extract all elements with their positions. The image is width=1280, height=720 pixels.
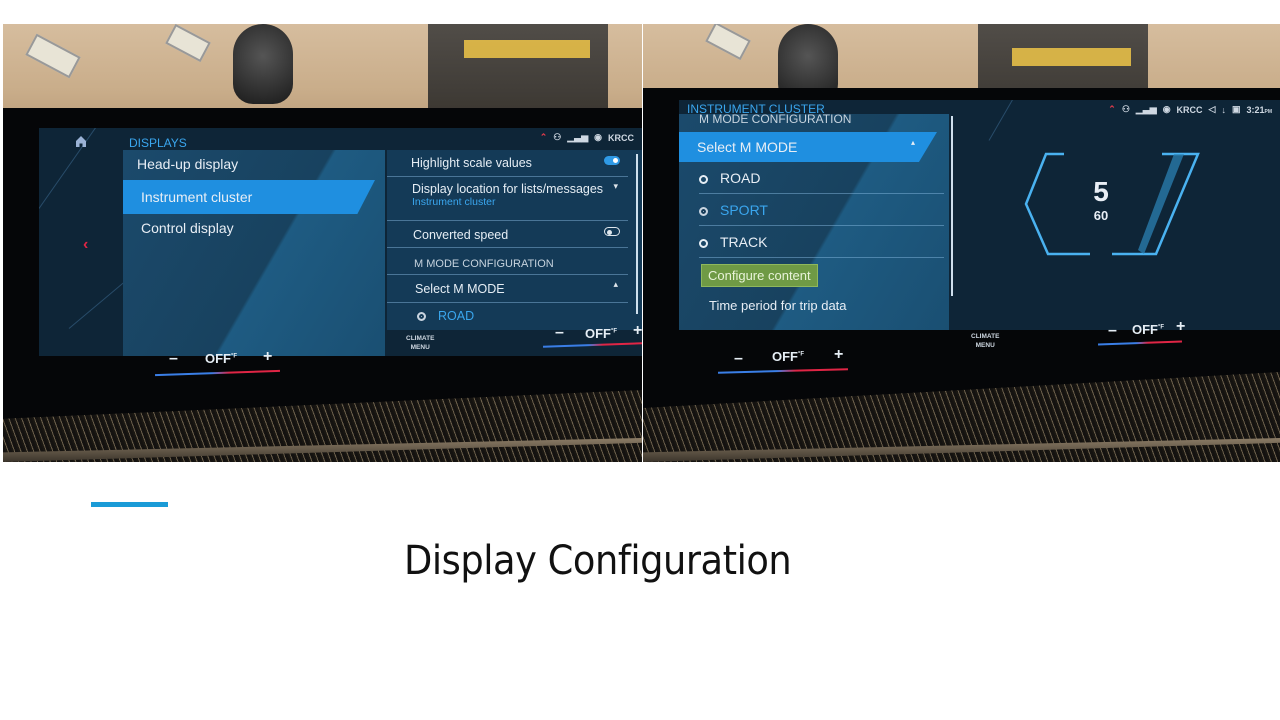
mic-icon: ↓: [1221, 104, 1226, 115]
radio-unselected-icon: [699, 238, 708, 248]
temp-down-button[interactable]: –: [555, 324, 564, 342]
phone-icon: ▣: [1231, 104, 1241, 114]
slide: DISPLAYS ⌃ ⚇ ▁▃▅ ◉ KRCC ‹ Head-up displa…: [0, 0, 1280, 720]
setting-label: Converted speed: [413, 228, 509, 242]
toggle-switch[interactable]: [604, 227, 620, 236]
displays-list: Head-up display Instrument cluster Contr…: [123, 150, 385, 356]
station-label: KRCC: [608, 132, 634, 143]
climate-menu-button[interactable]: CLIMATE MENU: [971, 332, 999, 350]
temp-bar: [1097, 340, 1183, 346]
connected-icon: ⚇: [553, 132, 562, 142]
setting-value: Instrument cluster: [412, 196, 496, 208]
setting-label: Display location for lists/messages: [412, 182, 604, 196]
option-label: TRACK: [720, 234, 768, 250]
radio-icon: ◉: [594, 132, 602, 142]
connected-icon: ⚇: [1121, 104, 1130, 114]
setting-label: Select M MODE: [697, 139, 798, 155]
back-arrow-icon[interactable]: ‹: [83, 236, 88, 254]
right-photo: INSTRUMENT CLUSTER ⌃ ⚇ ▁▃▅ ◉ KRCC ◁ ↓ ▣ …: [643, 24, 1280, 462]
temp-value: OFF°F: [585, 326, 618, 341]
temp-down-button[interactable]: –: [169, 350, 178, 368]
list-item-head-up-display[interactable]: Head-up display: [137, 156, 238, 172]
temp-down-button[interactable]: –: [1108, 322, 1117, 340]
speed-readout: 60: [1093, 208, 1109, 223]
radio-selected-icon: [699, 206, 708, 216]
dropdown-caret-icon: ▾: [613, 181, 618, 191]
m-mode-header: M MODE CONFIGURATION: [387, 248, 628, 275]
scrollbar[interactable]: [951, 116, 953, 296]
station-label: KRCC: [1176, 104, 1203, 115]
clock: 3:21PM: [1246, 104, 1272, 115]
slide-title: Display Configuration: [404, 538, 792, 584]
temp-value: OFF°F: [1132, 322, 1165, 337]
volume-icon: ◁: [1208, 104, 1216, 114]
left-photo: DISPLAYS ⌃ ⚇ ▁▃▅ ◉ KRCC ‹ Head-up displa…: [3, 24, 642, 462]
setting-highlight-scale-values[interactable]: Highlight scale values: [387, 150, 628, 177]
temp-up-button[interactable]: +: [834, 346, 843, 364]
climate-menu-button[interactable]: CLIMATE MENU: [406, 334, 434, 352]
dashboard: INSTRUMENT CLUSTER ⌃ ⚇ ▁▃▅ ◉ KRCC ◁ ↓ ▣ …: [643, 88, 1280, 462]
gear-indicator: 5: [1093, 176, 1109, 207]
temp-bar: [542, 342, 642, 348]
option-road[interactable]: ROAD: [699, 166, 944, 194]
warning-icon: ⌃: [1108, 104, 1116, 114]
option-label: SPORT: [720, 202, 768, 218]
radio-selected-icon: [417, 312, 426, 322]
toggle-switch[interactable]: [604, 156, 620, 165]
list-item-control-display[interactable]: Control display: [141, 220, 234, 236]
temp-bar: [155, 369, 280, 377]
section-header: M MODE CONFIGURATION: [414, 258, 554, 270]
select-m-mode[interactable]: Select M MODE ▴: [387, 275, 628, 303]
status-bar: ⌃ ⚇ ▁▃▅ ◉ KRCC ◁ ↓ ▣ 3:21PM: [1108, 104, 1272, 115]
radio-icon: ◉: [1162, 104, 1171, 114]
climate-control-right: – OFF°F +: [1097, 318, 1188, 350]
accent-bar: [91, 502, 168, 507]
signal-icon: ▁▃▅: [1135, 104, 1157, 114]
temp-down-button[interactable]: –: [734, 350, 743, 368]
climate-control-left: – OFF°F +: [717, 346, 849, 376]
select-m-mode[interactable]: Select M MODE ▴: [679, 132, 937, 162]
temp-up-button[interactable]: +: [1176, 318, 1185, 336]
m-mode-list: M MODE CONFIGURATION Select M MODE ▴ ROA…: [679, 112, 953, 330]
list-item-trip-data-period[interactable]: Time period for trip data: [709, 298, 847, 313]
collapse-caret-icon: ▴: [613, 279, 618, 289]
temp-bar: [717, 368, 849, 374]
dashboard: DISPLAYS ⌃ ⚇ ▁▃▅ ◉ KRCC ‹ Head-up displa…: [3, 108, 642, 462]
temp-up-button[interactable]: +: [633, 322, 642, 340]
temp-up-button[interactable]: +: [263, 348, 272, 366]
setting-label: Select M MODE: [415, 282, 505, 296]
setting-label: Highlight scale values: [411, 156, 532, 170]
climate-control-right: – OFF°F +: [542, 322, 642, 354]
climate-control-left: – OFF°F +: [153, 348, 283, 378]
settings-panel: Highlight scale values Display location …: [387, 150, 642, 330]
temp-value: OFF°F: [772, 349, 805, 364]
home-icon[interactable]: [74, 134, 88, 148]
option-label: ROAD: [438, 309, 475, 323]
setting-display-location[interactable]: Display location for lists/messages ▾ In…: [387, 177, 628, 221]
option-label: ROAD: [720, 170, 761, 186]
scrollbar[interactable]: [636, 154, 638, 314]
setting-converted-speed[interactable]: Converted speed: [387, 221, 628, 248]
list-item-instrument-cluster[interactable]: Instrument cluster: [123, 180, 375, 214]
idrive-screen: INSTRUMENT CLUSTER ⌃ ⚇ ▁▃▅ ◉ KRCC ◁ ↓ ▣ …: [679, 100, 1280, 330]
signal-icon: ▁▃▅: [567, 132, 589, 142]
temp-value: OFF°F: [205, 351, 238, 366]
configure-content-button[interactable]: Configure content: [701, 264, 818, 287]
m-mode-header: M MODE CONFIGURATION: [699, 112, 852, 126]
section-title: DISPLAYS: [129, 136, 187, 150]
option-track[interactable]: TRACK: [699, 230, 944, 258]
idrive-screen: DISPLAYS ⌃ ⚇ ▁▃▅ ◉ KRCC ‹ Head-up displa…: [39, 128, 642, 356]
radio-unselected-icon: [699, 174, 708, 184]
warning-icon: ⌃: [539, 132, 548, 142]
option-sport[interactable]: SPORT: [699, 198, 944, 226]
status-bar: ⌃ ⚇ ▁▃▅ ◉ KRCC: [540, 132, 634, 143]
collapse-caret-icon: ▴: [910, 138, 915, 147]
dog: [233, 24, 293, 104]
